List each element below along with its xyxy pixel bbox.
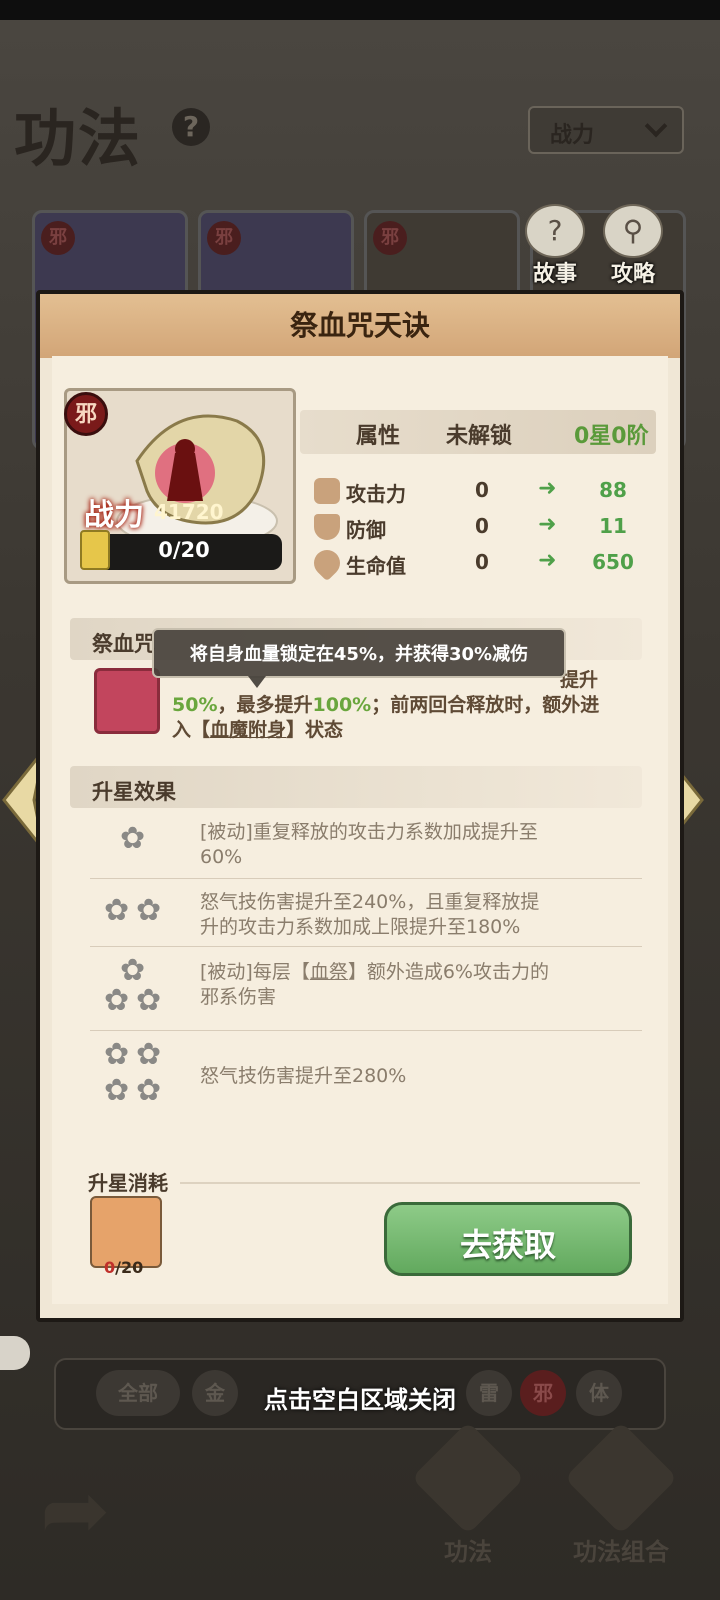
effect-line: 怒气技伤害提升至240%，且重复释放提	[200, 891, 540, 913]
star-rating-1: ✿	[90, 814, 180, 866]
effect-line: 怒气技伤害提升至280%	[200, 1065, 407, 1087]
stat-label: 生命值	[346, 554, 406, 578]
upgrade-effect-1: [被动]重复释放的攻击力系数加成提升至 60%	[200, 820, 610, 870]
star-icon: ✿	[136, 983, 162, 1018]
scroll-icon	[411, 1421, 525, 1535]
stat-next: 88	[599, 478, 627, 502]
evil-element-badge: 邪	[64, 392, 108, 436]
power-label: 战力	[84, 498, 144, 533]
stat-current: 0	[475, 514, 489, 538]
blood-demon-link[interactable]: 血魔附身	[210, 719, 286, 741]
stat-label: 攻击力	[346, 482, 406, 506]
get-button-label: 去获取	[459, 1226, 556, 1264]
skill-text: ，最多提升	[217, 694, 313, 716]
tooltip-tail	[248, 676, 266, 688]
upgrade-effect-3: [被动]每层【血祭】额外造成6%攻击力的 邪系伤害	[200, 960, 610, 1010]
status-bar	[0, 0, 720, 20]
star-icon: ✿	[136, 1073, 162, 1108]
star-rating-4: ✿ ✿ ✿ ✿	[90, 1036, 180, 1110]
effect-line: 邪系伤害	[200, 986, 277, 1008]
power-value: 41720	[154, 500, 224, 524]
guide-button[interactable]: ⚲ 攻略	[600, 204, 666, 288]
tooltip-text: 将自身血量锁定在45%，并获得30%减伤	[189, 644, 529, 665]
star-icon: ✿	[104, 983, 130, 1018]
stat-next: 11	[599, 514, 627, 538]
skill-text: 入【	[172, 719, 211, 741]
upgrade-arrow-icon: ➜	[538, 476, 557, 501]
skill-value: 50%	[172, 694, 218, 716]
star-icon: ✿	[120, 953, 146, 988]
star-rating-3: ✿ ✿ ✿	[90, 952, 180, 1022]
divider	[90, 878, 642, 879]
skill-description: 提升 50%，最多提升100%；前两回合释放时，额外进 入【血魔附身】状态	[172, 668, 642, 743]
combo-scroll-icon	[564, 1421, 678, 1535]
star-icon: ✿	[136, 1037, 162, 1072]
stat-current: 0	[475, 550, 489, 574]
star-icon: ✿	[120, 821, 146, 856]
stat-next: 650	[592, 550, 634, 574]
star-rating-2: ✿ ✿	[90, 886, 180, 938]
upgrade-arrow-icon: ➜	[538, 512, 557, 537]
effect-line: 升的攻击力系数加成上限提升至180%	[200, 916, 521, 938]
element-badge: 邪	[207, 221, 241, 255]
divider	[90, 1030, 642, 1031]
stats-attr-label: 属性	[356, 424, 401, 449]
effect-line: 60%	[200, 846, 243, 868]
story-button[interactable]: ? 故事	[522, 204, 588, 288]
skill-text: 】状态	[286, 719, 344, 741]
skill-text: ；前两回合释放时，额外进	[371, 694, 600, 716]
effect-text: [被动]每层【	[200, 961, 310, 983]
fragment-count: 0/20	[158, 538, 210, 562]
back-arrow-icon[interactable]: ➦	[40, 1468, 140, 1552]
close-hint: 点击空白区域关闭	[264, 1386, 456, 1414]
cost-have: 0	[104, 1258, 116, 1277]
book-question-icon: ?	[525, 204, 585, 258]
element-badge: 邪	[41, 221, 75, 255]
upgrade-section-title: 升星效果	[92, 780, 176, 804]
upgrade-arrow-icon: ➜	[538, 548, 557, 573]
story-label: 故事	[532, 262, 577, 287]
divider	[180, 1182, 640, 1184]
element-badge: 邪	[373, 221, 407, 255]
skill-value: 100%	[312, 694, 372, 716]
upgrade-effect-2: 怒气技伤害提升至240%，且重复释放提 升的攻击力系数加成上限提升至180%	[200, 890, 610, 940]
chat-bubble-icon[interactable]	[0, 1336, 30, 1370]
skill-icon	[94, 668, 160, 734]
cost-need: /20	[115, 1258, 144, 1277]
sort-selected: 战力	[550, 123, 595, 148]
tab-techniques-label: 功法	[444, 1538, 492, 1566]
chevron-down-icon	[644, 114, 668, 138]
star-icon: ✿	[104, 1037, 130, 1072]
star-icon: ✿	[104, 1073, 130, 1108]
guide-label: 攻略	[610, 262, 655, 287]
effect-text: 】额外造成6%攻击力的	[347, 961, 549, 983]
skill-section-title: 祭血咒	[92, 632, 155, 656]
blood-sacrifice-link[interactable]: 血祭	[310, 961, 348, 983]
star-icon: ✿	[104, 893, 130, 928]
star-icon: ✿	[136, 893, 162, 928]
cost-label: 升星消耗	[88, 1171, 168, 1195]
upgrade-effect-4: 怒气技伤害提升至280%	[200, 1064, 610, 1089]
tab-techniques[interactable]: 功法	[408, 1421, 528, 1567]
effect-line: [被动]重复释放的攻击力系数加成提升至	[200, 821, 538, 843]
divider	[90, 946, 642, 947]
magnifier-scroll-icon: ⚲	[603, 204, 663, 258]
cost-count: 0/20	[104, 1258, 143, 1277]
stats-level-label: 0星0阶	[574, 424, 649, 449]
page-title: 功法	[14, 102, 143, 175]
sort-dropdown[interactable]: 战力	[528, 106, 684, 154]
help-icon[interactable]: ?	[172, 108, 210, 146]
tab-technique-combo[interactable]: 功法组合	[556, 1421, 686, 1567]
stat-label: 防御	[346, 518, 386, 542]
tab-combo-label: 功法组合	[573, 1538, 669, 1566]
shield-icon	[314, 514, 340, 540]
dialog-title: 祭血咒天诀	[289, 309, 430, 342]
sword-icon	[314, 478, 340, 504]
stats-state-label: 未解锁	[446, 424, 513, 449]
stat-current: 0	[475, 478, 489, 502]
